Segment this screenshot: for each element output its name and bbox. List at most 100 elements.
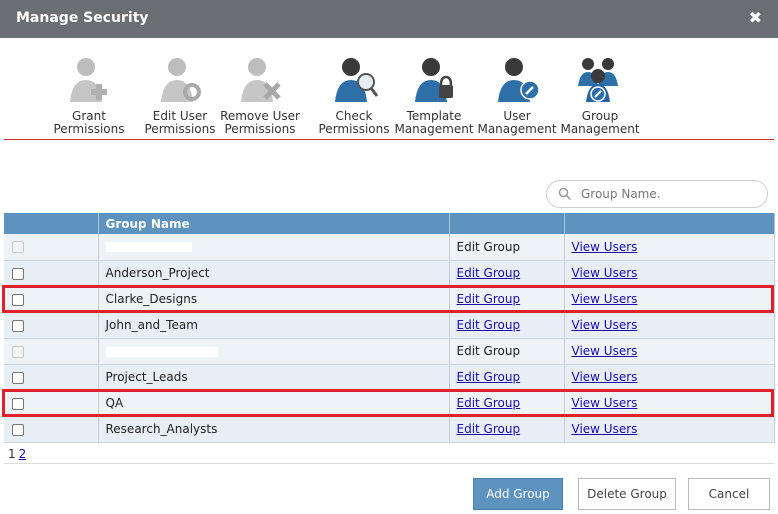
row-checkbox[interactable] bbox=[12, 371, 24, 384]
group-name-cell bbox=[98, 234, 450, 261]
table-row[interactable]: QA Edit Group View Users bbox=[4, 390, 775, 417]
edit-group-link: Edit Group bbox=[456, 239, 521, 254]
edit-user-permissions-icon bbox=[161, 58, 201, 102]
header-edit bbox=[449, 213, 565, 234]
table-header-row: Group Name bbox=[4, 213, 775, 234]
edit-group-link[interactable]: Edit Group bbox=[457, 318, 521, 332]
table-row[interactable]: Research_Analysts Edit Group View Users bbox=[4, 416, 775, 443]
toolbar-grant-permissions-button[interactable]: Grant Permissions bbox=[46, 52, 132, 136]
view-users-link[interactable]: View Users bbox=[572, 292, 638, 306]
row-checkbox[interactable] bbox=[12, 319, 24, 332]
cancel-button[interactable]: Cancel bbox=[688, 478, 770, 510]
group-name-cell: Research_Analysts bbox=[98, 416, 450, 443]
edit-group-link[interactable]: Edit Group bbox=[457, 292, 521, 306]
row-select-cell bbox=[4, 260, 99, 287]
edit-group-cell: Edit Group bbox=[449, 234, 565, 261]
group-search-box[interactable] bbox=[546, 180, 768, 208]
edit-group-link[interactable]: Edit Group bbox=[457, 370, 521, 384]
redacted-group-name bbox=[105, 346, 218, 357]
group-name: Clarke_Designs bbox=[105, 292, 198, 306]
page-current: 1 bbox=[8, 447, 16, 461]
row-select-cell bbox=[4, 312, 99, 339]
redacted-group-name bbox=[105, 242, 192, 253]
group-management-icon bbox=[578, 58, 618, 102]
view-users-cell: View Users bbox=[564, 416, 775, 443]
view-users-cell: View Users bbox=[564, 260, 775, 287]
edit-group-cell: Edit Group bbox=[449, 364, 565, 391]
table-row[interactable]: Anderson_Project Edit Group View Users bbox=[4, 260, 775, 287]
user-management-icon bbox=[498, 58, 540, 102]
toolbar-label: Grant Permissions bbox=[53, 109, 125, 136]
toolbar-label: Edit User Permissions bbox=[144, 109, 216, 136]
row-checkbox bbox=[12, 345, 24, 358]
edit-group-link[interactable]: Edit Group bbox=[457, 396, 521, 410]
group-name-cell: QA bbox=[98, 390, 450, 417]
grant-permissions-icon bbox=[70, 58, 107, 102]
add-group-button[interactable]: Add Group bbox=[473, 478, 563, 510]
view-users-link[interactable]: View Users bbox=[572, 344, 638, 358]
view-users-link[interactable]: View Users bbox=[572, 266, 638, 280]
page-link-2[interactable]: 2 bbox=[19, 447, 27, 461]
group-name: Research_Analysts bbox=[105, 422, 218, 436]
row-checkbox[interactable] bbox=[12, 423, 24, 436]
row-checkbox bbox=[12, 241, 24, 254]
row-checkbox[interactable] bbox=[12, 293, 24, 306]
view-users-link[interactable]: View Users bbox=[572, 240, 638, 254]
row-select-cell bbox=[4, 416, 99, 443]
toolbar-template-management-button[interactable]: Template Management bbox=[391, 52, 477, 136]
check-permissions-icon bbox=[335, 58, 379, 102]
table-row[interactable]: Clarke_Designs Edit Group View Users bbox=[4, 286, 775, 313]
security-toolbar: Grant Permissions Edit User Permissions Re… bbox=[4, 44, 774, 140]
group-name: QA bbox=[105, 396, 124, 410]
close-icon[interactable]: ✖ bbox=[749, 9, 762, 27]
toolbar-check-permissions-button[interactable]: Check Permissions bbox=[311, 52, 397, 136]
dialog-titlebar: Manage Security ✖ bbox=[0, 0, 778, 38]
header-group-name[interactable]: Group Name bbox=[98, 213, 450, 234]
row-checkbox[interactable] bbox=[12, 397, 24, 410]
view-users-cell: View Users bbox=[564, 364, 775, 391]
dialog-title: Manage Security bbox=[16, 10, 149, 26]
group-name-cell bbox=[98, 338, 450, 365]
edit-group-cell: Edit Group bbox=[449, 312, 565, 339]
group-name-cell: Clarke_Designs bbox=[98, 286, 450, 313]
view-users-link[interactable]: View Users bbox=[572, 370, 638, 384]
toolbar-label: Template Management bbox=[394, 109, 474, 136]
toolbar-label: Remove User Permissions bbox=[220, 109, 300, 136]
toolbar-user-management-button[interactable]: User Management bbox=[474, 52, 560, 136]
view-users-cell: View Users bbox=[564, 390, 775, 417]
table-row[interactable]: Edit Group View Users bbox=[4, 234, 775, 261]
toolbar-label: Group Management bbox=[560, 109, 640, 136]
table-row[interactable]: Project_Leads Edit Group View Users bbox=[4, 364, 775, 391]
group-name: Project_Leads bbox=[105, 370, 188, 384]
group-name: Anderson_Project bbox=[105, 266, 210, 280]
view-users-link[interactable]: View Users bbox=[572, 396, 638, 410]
header-select bbox=[4, 213, 99, 234]
delete-group-button[interactable]: Delete Group bbox=[578, 478, 676, 510]
table-row[interactable]: Edit Group View Users bbox=[4, 338, 775, 365]
edit-group-cell: Edit Group bbox=[449, 338, 565, 365]
group-name-cell: Project_Leads bbox=[98, 364, 450, 391]
search-icon bbox=[558, 187, 572, 201]
toolbar-edit-user-permissions-button[interactable]: Edit User Permissions bbox=[137, 52, 223, 136]
view-users-cell: View Users bbox=[564, 234, 775, 261]
edit-group-cell: Edit Group bbox=[449, 260, 565, 287]
view-users-link[interactable]: View Users bbox=[572, 422, 638, 436]
view-users-link[interactable]: View Users bbox=[572, 318, 638, 332]
toolbar-group-management-button[interactable]: Group Management bbox=[557, 52, 643, 136]
edit-group-link[interactable]: Edit Group bbox=[457, 266, 521, 280]
row-select-cell bbox=[4, 390, 99, 417]
view-users-cell: View Users bbox=[564, 286, 775, 313]
toolbar-remove-user-permissions-button[interactable]: Remove User Permissions bbox=[217, 52, 303, 136]
group-name-cell: John_and_Team bbox=[98, 312, 450, 339]
toolbar-label: User Management bbox=[477, 109, 557, 136]
edit-group-cell: Edit Group bbox=[449, 286, 565, 313]
edit-group-link[interactable]: Edit Group bbox=[457, 422, 521, 436]
edit-group-cell: Edit Group bbox=[449, 416, 565, 443]
table-row[interactable]: John_and_Team Edit Group View Users bbox=[4, 312, 775, 339]
row-checkbox[interactable] bbox=[12, 267, 24, 280]
toolbar-label: Check Permissions bbox=[318, 109, 390, 136]
groups-table: Group Name Edit Group View Users Anderson_… bbox=[4, 213, 775, 443]
edit-group-cell: Edit Group bbox=[449, 390, 565, 417]
row-select-cell bbox=[4, 338, 99, 365]
group-search-input[interactable] bbox=[581, 185, 757, 203]
